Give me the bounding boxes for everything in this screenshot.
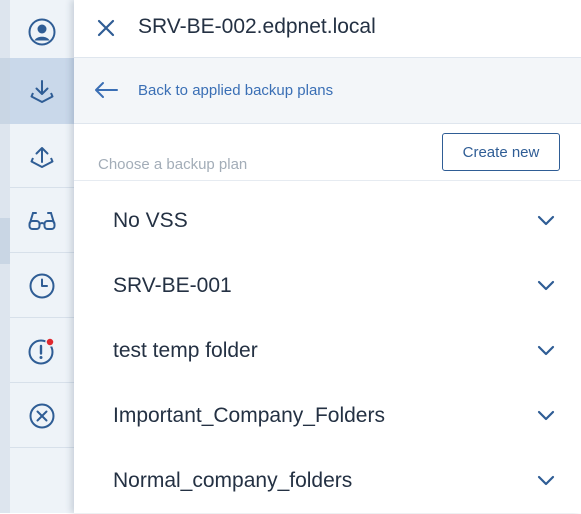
expand-button[interactable] [536, 278, 556, 292]
plan-row[interactable]: No VSS [74, 189, 581, 254]
panel-title: SRV-BE-002.edpnet.local [138, 15, 376, 38]
back-bar: Back to applied backup plans [74, 58, 581, 124]
plan-name: test temp folder [113, 339, 258, 362]
alert-badge [45, 336, 55, 347]
sidebar-rail [0, 0, 74, 513]
expand-button[interactable] [536, 343, 556, 357]
expand-button[interactable] [536, 213, 556, 227]
plan-row[interactable]: test temp folder [74, 319, 581, 384]
clock-icon [29, 273, 55, 298]
expand-button[interactable] [536, 473, 556, 487]
close-icon [97, 19, 115, 37]
plan-name: Important_Company_Folders [113, 404, 385, 427]
upload-icon [30, 146, 54, 168]
choose-plan-label: Choose a backup plan [98, 156, 248, 173]
plan-name: SRV-BE-001 [113, 274, 232, 297]
chevron-down-icon [537, 345, 555, 355]
arrow-left-icon [95, 82, 118, 98]
plan-row[interactable]: Normal_company_folders [74, 449, 581, 514]
sidebar-item-recovery[interactable] [10, 124, 74, 188]
sidebar-item-backup[interactable] [10, 58, 74, 124]
sidebar-edge-band [0, 218, 10, 264]
alert-icon [28, 336, 55, 364]
sidebar-item-account[interactable] [10, 0, 74, 64]
plan-toolbar: Choose a backup plan Create new [74, 124, 581, 181]
back-link[interactable]: Back to applied backup plans [138, 82, 333, 99]
sidebar-item-alerts[interactable] [10, 319, 74, 383]
chevron-down-icon [537, 410, 555, 420]
plan-list: No VSS SRV-BE-001 test temp folder Impor… [74, 189, 581, 514]
sidebar-item-monitoring[interactable] [10, 189, 74, 253]
glasses-icon [28, 211, 56, 230]
plan-row[interactable]: Important_Company_Folders [74, 384, 581, 449]
chevron-down-icon [537, 280, 555, 290]
panel-header: SRV-BE-002.edpnet.local [74, 0, 581, 58]
close-button[interactable] [92, 14, 120, 42]
backup-plan-panel: SRV-BE-002.edpnet.local Back to applied … [74, 0, 581, 513]
plan-name: Normal_company_folders [113, 469, 353, 492]
back-button[interactable] [92, 78, 120, 102]
expand-button[interactable] [536, 408, 556, 422]
plan-name: No VSS [113, 209, 188, 232]
sidebar-item-cancel[interactable] [10, 384, 74, 448]
create-new-button[interactable]: Create new [442, 133, 560, 171]
chevron-down-icon [537, 215, 555, 225]
download-icon [30, 80, 54, 103]
chevron-down-icon [537, 475, 555, 485]
user-icon [28, 18, 56, 46]
sidebar-edge-band [0, 58, 10, 124]
plan-row[interactable]: SRV-BE-001 [74, 254, 581, 319]
cancel-icon [29, 403, 55, 428]
sidebar-edge-strip [0, 0, 10, 513]
sidebar-item-schedule[interactable] [10, 254, 74, 318]
